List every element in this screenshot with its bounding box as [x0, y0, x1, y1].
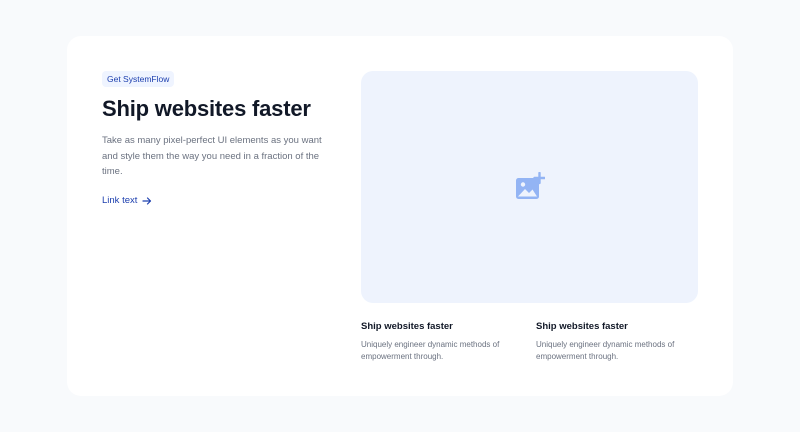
feature-title: Ship websites faster	[536, 321, 628, 332]
feature-description: Uniquely engineer dynamic methods of emp…	[536, 340, 675, 361]
link-text-button[interactable]: Link text	[102, 195, 152, 206]
hero-description: Take as many pixel-perfect UI elements a…	[102, 135, 322, 177]
feature-description: Uniquely engineer dynamic methods of emp…	[361, 340, 500, 361]
feature-item: Ship websites faster Uniquely engineer d…	[361, 321, 521, 362]
arrow-right-icon	[142, 196, 152, 206]
hero-card: Get SystemFlow Ship websites faster Take…	[67, 36, 733, 396]
badge-get-systemflow[interactable]: Get SystemFlow	[102, 71, 175, 87]
page-title: Ship websites faster	[102, 96, 311, 121]
feature-item: Ship websites faster Uniquely engineer d…	[536, 321, 696, 362]
link-label: Link text	[102, 195, 138, 206]
image-add-icon	[515, 172, 545, 202]
feature-title: Ship websites faster	[361, 321, 453, 332]
image-placeholder	[361, 71, 698, 303]
